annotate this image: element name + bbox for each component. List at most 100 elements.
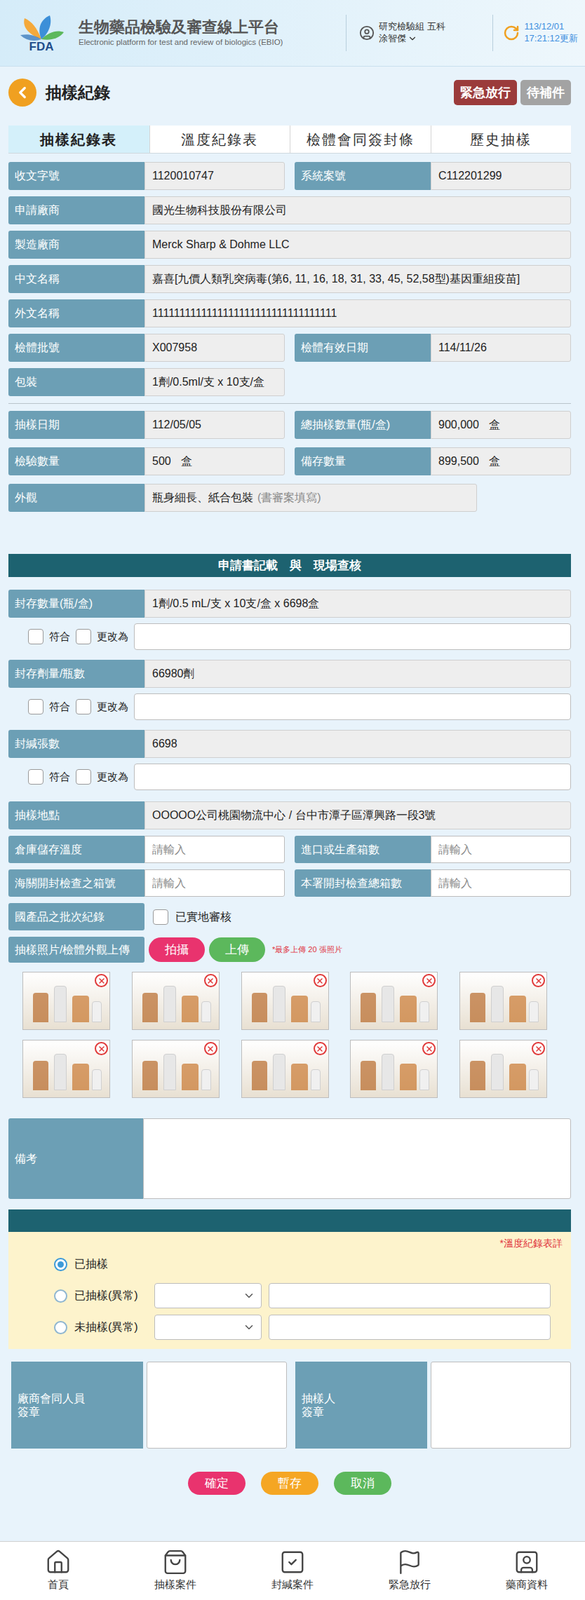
field-value: OOOOO公司桃園物流中心 / 台中市潭子區潭興路一段3號: [144, 801, 571, 830]
logo-icon: [16, 14, 67, 43]
tab[interactable]: 溫度紀錄表: [149, 125, 291, 153]
checkbox[interactable]: [75, 699, 92, 715]
field-label: 中文名稱: [8, 265, 145, 294]
nav-item[interactable]: 抽樣案件: [117, 1542, 235, 1600]
nav-item[interactable]: 藥商資料: [467, 1542, 585, 1600]
radio-button[interactable]: [54, 1258, 68, 1272]
remove-photo-button[interactable]: [422, 1042, 436, 1056]
checkbox[interactable]: [28, 629, 44, 645]
nav-item[interactable]: 封緘案件: [234, 1542, 352, 1600]
photo-thumbnail[interactable]: [350, 972, 438, 1031]
form-button[interactable]: 確定: [187, 1472, 246, 1496]
info-section: 抽樣日期112/05/05總抽樣數量(瓶/盒)900,000盒檢驗數量500盒備…: [8, 411, 571, 513]
remove-photo-button[interactable]: [204, 1042, 218, 1056]
input-row: 海關開封檢查之箱號本署開封檢查總箱數: [8, 869, 571, 898]
photo-thumbnail[interactable]: [131, 1040, 220, 1099]
photo-button[interactable]: 上傳: [209, 937, 266, 963]
check-option[interactable]: 符合: [28, 629, 71, 646]
radio-button[interactable]: [54, 1321, 68, 1335]
remove-photo-button[interactable]: [313, 974, 327, 988]
sampling-status-panel: *溫度紀錄表詳已抽樣已抽樣(異常)未抽樣(異常): [8, 1232, 571, 1350]
tab[interactable]: 檢體會同簽封條: [289, 125, 431, 153]
field-row: 申請廠商國光生物科技股份有限公司: [8, 196, 571, 225]
remove-photo-button[interactable]: [422, 974, 436, 988]
remove-photo-button[interactable]: [94, 1042, 109, 1056]
remarks-input[interactable]: [143, 1118, 571, 1200]
close-icon: [315, 977, 325, 986]
checkbox[interactable]: [75, 629, 92, 645]
nav-item[interactable]: 緊急放行: [350, 1542, 468, 1600]
photo-thumbnail[interactable]: [241, 972, 329, 1031]
detail-input[interactable]: [268, 1315, 551, 1341]
check-option[interactable]: 符合: [28, 699, 71, 716]
form-field: 抽樣地點OOOOO公司桃園物流中心 / 台中市潭子區潭興路一段3號: [8, 801, 571, 830]
action-button[interactable]: 緊急放行: [453, 79, 517, 106]
check-option[interactable]: 更改為: [75, 629, 129, 646]
photo-thumbnail[interactable]: [459, 972, 548, 1031]
field-label: 檢體有效日期: [294, 333, 431, 362]
close-icon: [315, 1045, 325, 1054]
close-icon: [425, 977, 434, 986]
check-option[interactable]: 已實地審核: [152, 903, 232, 931]
form-field: 中文名稱嘉喜[九價人類乳突病毒(第6, 11, 16, 18, 31, 33, …: [8, 265, 571, 294]
photo-thumbnail[interactable]: [22, 1040, 111, 1099]
user-menu[interactable]: 研究檢驗組 五科涂智傑: [359, 21, 493, 45]
field-value: 500盒: [144, 447, 285, 476]
check-option[interactable]: 符合: [28, 769, 71, 786]
text-input[interactable]: [144, 836, 285, 864]
photo-thumbnail[interactable]: [241, 1040, 329, 1099]
form-button[interactable]: 取消: [333, 1472, 392, 1496]
check-group: 封存數量(瓶/盒)1劑/0.5 mL/支 x 10支/盒 x 6698盒符合更改…: [8, 589, 571, 651]
back-button[interactable]: [8, 78, 37, 107]
signature-section: 廠商會同人員簽章抽樣人簽章: [8, 1362, 571, 1450]
field-row: 抽樣日期112/05/05總抽樣數量(瓶/盒)900,000盒: [8, 411, 571, 440]
form-field: 包裝1劑/0.5ml/支 x 10支/盒: [8, 368, 285, 397]
checkbox[interactable]: [75, 769, 92, 785]
field-label: 抽樣日期: [8, 411, 145, 440]
remove-photo-button[interactable]: [313, 1042, 327, 1056]
action-button[interactable]: 待補件: [520, 79, 571, 106]
nav-item[interactable]: 首頁: [0, 1542, 118, 1600]
remove-photo-button[interactable]: [531, 974, 546, 988]
field-row: 製造廠商Merck Sharp & Dohme LLC: [8, 230, 571, 259]
remove-photo-button[interactable]: [531, 1042, 546, 1056]
tab[interactable]: 抽樣紀錄表: [8, 125, 150, 153]
field-value: 114/11/26: [430, 333, 571, 362]
reason-select[interactable]: [154, 1283, 262, 1309]
input-field: 海關開封檢查之箱號: [8, 869, 285, 898]
check-option[interactable]: 更改為: [75, 699, 129, 716]
signature-pad[interactable]: [430, 1362, 571, 1450]
change-input[interactable]: [133, 623, 571, 651]
photo-thumbnail[interactable]: [22, 972, 111, 1031]
form-button[interactable]: 暫存: [260, 1472, 319, 1496]
remove-photo-button[interactable]: [94, 974, 109, 988]
radio-button[interactable]: [54, 1289, 68, 1304]
photo-thumbnail[interactable]: [131, 972, 220, 1031]
change-input[interactable]: [133, 763, 571, 791]
status-option: 未抽樣(異常): [54, 1314, 563, 1342]
refresh-status[interactable]: 113/12/0117:21:12更新: [502, 21, 578, 45]
reason-select[interactable]: [154, 1315, 262, 1341]
checkbox[interactable]: [28, 769, 44, 785]
field-label: 封存劑量/瓶數: [8, 660, 145, 689]
text-input[interactable]: [430, 836, 571, 864]
refresh-icon: [502, 24, 520, 42]
checkbox[interactable]: [152, 909, 169, 926]
field-value: 瓶身細長、紙合包裝(書審案填寫): [144, 483, 477, 513]
check-group: 封緘張數6698符合更改為: [8, 730, 571, 791]
remove-photo-button[interactable]: [204, 974, 218, 988]
signature-pad[interactable]: [146, 1362, 287, 1450]
photo-thumbnail[interactable]: [459, 1040, 548, 1099]
photo-button[interactable]: 拍攝: [148, 937, 205, 963]
change-input[interactable]: [133, 693, 571, 721]
field-label: 外觀: [8, 483, 145, 513]
photo-thumbnail[interactable]: [350, 1040, 438, 1099]
text-input[interactable]: [430, 869, 571, 898]
field-row: 外觀瓶身細長、紙合包裝(書審案填寫): [8, 483, 571, 513]
detail-input[interactable]: [268, 1283, 551, 1309]
checkbox[interactable]: [28, 699, 44, 715]
check-section: 封存數量(瓶/盒)1劑/0.5 mL/支 x 10支/盒 x 6698盒符合更改…: [8, 589, 571, 791]
tab[interactable]: 歷史抽樣: [430, 125, 572, 153]
check-option[interactable]: 更改為: [75, 769, 129, 786]
text-input[interactable]: [144, 869, 285, 898]
